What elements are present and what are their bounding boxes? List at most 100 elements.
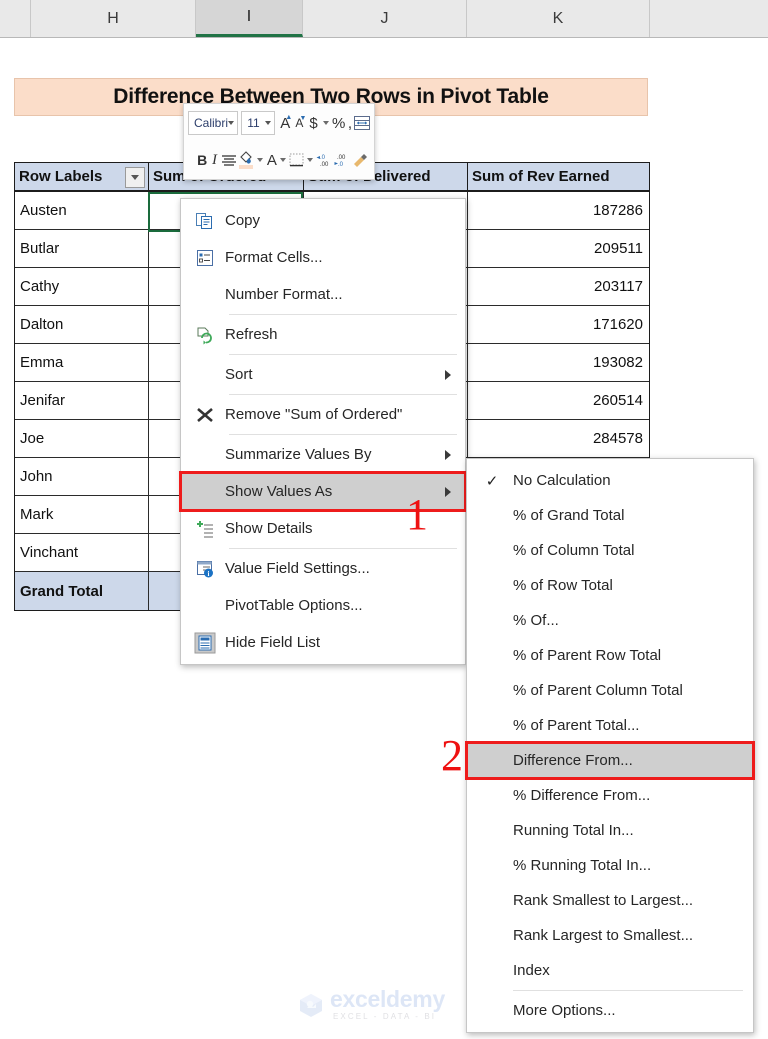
submenu-item-pct-of-column-total[interactable]: % of Column Total — [467, 533, 753, 568]
pivot-header-row-labels[interactable]: Row Labels — [15, 163, 149, 190]
rev-earned-cell[interactable]: 193082 — [468, 344, 649, 381]
row-labels-filter-button[interactable] — [125, 167, 145, 188]
submenu-item-difference-from-label: Difference From... — [513, 752, 633, 769]
submenu-item-pct-running-total-in[interactable]: % Running Total In... — [467, 848, 753, 883]
submenu-item-pct-of[interactable]: % Of... — [467, 603, 753, 638]
rev-earned-cell[interactable]: 284578 — [468, 420, 649, 457]
submenu-item-running-total-in-label: Running Total In... — [513, 822, 634, 839]
context-menu-item-copy-label: Copy — [225, 212, 261, 229]
format-cells-dialog-icon[interactable] — [354, 111, 371, 135]
submenu-arrow-icon — [445, 449, 451, 460]
submenu-item-pct-of-parent-total[interactable]: % of Parent Total... — [467, 708, 753, 743]
submenu-item-difference-from[interactable]: Difference From... — [465, 741, 755, 780]
context-menu-item-copy[interactable]: Copy — [181, 202, 465, 239]
rev-earned-cell[interactable]: 260514 — [468, 382, 649, 419]
font-name-dropdown[interactable]: Calibri — [188, 111, 239, 135]
submenu-item-pct-of-grand-total[interactable]: % of Grand Total — [467, 498, 753, 533]
context-menu-item-show-values-as-label: Show Values As — [225, 483, 333, 500]
pivot-header-sum-of-rev-earned[interactable]: Sum of Rev Earned — [468, 163, 649, 190]
row-label-cell[interactable]: Grand Total — [15, 572, 149, 610]
no-icon — [185, 591, 225, 621]
submenu-item-pct-of-row-total[interactable]: % of Row Total — [467, 568, 753, 603]
column-header-h[interactable]: H — [30, 0, 196, 37]
rev-earned-cell[interactable]: 171620 — [468, 306, 649, 343]
borders-chevron-down-icon[interactable] — [305, 148, 316, 172]
menu-separator — [229, 548, 457, 549]
submenu-item-pct-of-parent-column-total[interactable]: % of Parent Column Total — [467, 673, 753, 708]
context-menu-item-refresh[interactable]: Refresh — [181, 316, 465, 353]
submenu-item-rank-largest-to-smallest[interactable]: Rank Largest to Smallest... — [467, 918, 753, 953]
context-menu-item-format-cells-label: Format Cells... — [225, 249, 323, 266]
decrease-decimal-icon[interactable]: .0 .00 — [316, 148, 334, 172]
submenu-item-pct-of-parent-row-total[interactable]: % of Parent Row Total — [467, 638, 753, 673]
percent-style-icon[interactable]: % — [332, 111, 346, 135]
context-menu-item-summarize-values-by[interactable]: Summarize Values By — [181, 436, 465, 473]
font-size-dropdown[interactable]: 11 — [241, 111, 276, 135]
format-painter-icon[interactable] — [352, 148, 370, 172]
menu-separator — [229, 394, 457, 395]
column-header-j-label: J — [380, 9, 389, 27]
context-menu-item-value-field-settings[interactable]: i Value Field Settings... — [181, 550, 465, 587]
context-menu-item-refresh-label: Refresh — [225, 326, 278, 343]
row-label-cell[interactable]: Joe — [15, 420, 149, 457]
bold-icon[interactable]: B — [196, 148, 208, 172]
row-label-cell[interactable]: Mark — [15, 496, 149, 533]
fill-color-icon[interactable] — [237, 148, 255, 172]
italic-icon[interactable]: I — [208, 148, 220, 172]
row-label-cell[interactable]: Jenifar — [15, 382, 149, 419]
context-menu-item-format-cells[interactable]: Format Cells... — [181, 239, 465, 276]
chevron-down-icon — [228, 121, 235, 125]
mini-toolbar-row-2: B I A .0 .00 .00 .0 — [184, 142, 374, 178]
remove-x-icon — [185, 400, 225, 430]
row-label-cell[interactable]: Butlar — [15, 230, 149, 267]
context-menu-item-hide-field-list[interactable]: Hide Field List — [181, 624, 465, 661]
submenu-item-more-options[interactable]: More Options... — [467, 993, 753, 1028]
column-header-i[interactable]: I — [196, 0, 303, 37]
submenu-arrow-icon — [445, 369, 451, 380]
font-color-chevron-down-icon[interactable] — [278, 148, 289, 172]
chevron-down-icon — [265, 121, 272, 125]
row-label-cell[interactable]: Austen — [15, 192, 149, 229]
comma-style-icon[interactable]: , — [346, 111, 354, 135]
submenu-item-pct-of-grand-total-label: % of Grand Total — [513, 507, 625, 524]
no-icon — [185, 440, 225, 470]
context-menu-item-sort[interactable]: Sort — [181, 356, 465, 393]
context-menu-item-number-format[interactable]: Number Format... — [181, 276, 465, 313]
rev-earned-cell[interactable]: 187286 — [468, 192, 649, 229]
checkmark-icon: ✓ — [485, 472, 499, 490]
rev-earned-cell[interactable]: 209511 — [468, 230, 649, 267]
column-header-j[interactable]: J — [303, 0, 467, 37]
column-header-h-label: H — [107, 9, 119, 27]
submenu-item-rank-smallest-to-largest[interactable]: Rank Smallest to Largest... — [467, 883, 753, 918]
chevron-down-icon — [131, 175, 139, 180]
accounting-number-format-icon[interactable]: $ — [306, 111, 320, 135]
center-align-icon[interactable] — [221, 148, 237, 172]
row-label-cell[interactable]: Emma — [15, 344, 149, 381]
context-menu-item-pivottable-options[interactable]: PivotTable Options... — [181, 587, 465, 624]
submenu-item-running-total-in[interactable]: Running Total In... — [467, 813, 753, 848]
submenu-item-no-calculation[interactable]: ✓ No Calculation — [467, 463, 753, 498]
submenu-item-pct-of-parent-total-label: % of Parent Total... — [513, 717, 640, 734]
fill-color-chevron-down-icon[interactable] — [255, 148, 266, 172]
row-label-cell[interactable]: John — [15, 458, 149, 495]
context-menu-item-remove-field-label: Remove "Sum of Ordered" — [225, 406, 403, 423]
column-header-k[interactable]: K — [467, 0, 650, 37]
rev-earned-cell[interactable]: 203117 — [468, 268, 649, 305]
submenu-item-pct-difference-from[interactable]: % Difference From... — [467, 778, 753, 813]
row-label-cell[interactable]: Dalton — [15, 306, 149, 343]
increase-decimal-icon[interactable]: .00 .0 — [334, 148, 352, 172]
context-menu-item-remove-field[interactable]: Remove "Sum of Ordered" — [181, 396, 465, 433]
submenu-item-index[interactable]: Index — [467, 953, 753, 988]
row-label-cell[interactable]: Vinchant — [15, 534, 149, 571]
decrease-font-size-icon[interactable]: A ▼ — [292, 111, 306, 135]
increase-font-size-icon[interactable]: A ▲ — [278, 111, 292, 135]
row-label-cell[interactable]: Cathy — [15, 268, 149, 305]
accounting-format-chevron-down-icon[interactable] — [321, 111, 332, 135]
font-color-icon[interactable]: A — [266, 148, 278, 172]
column-header-i-label: I — [246, 8, 252, 25]
menu-separator — [229, 314, 457, 315]
refresh-icon — [185, 320, 225, 350]
submenu-item-more-options-label: More Options... — [513, 1002, 616, 1019]
borders-icon[interactable] — [289, 148, 305, 172]
show-details-icon — [185, 514, 225, 544]
